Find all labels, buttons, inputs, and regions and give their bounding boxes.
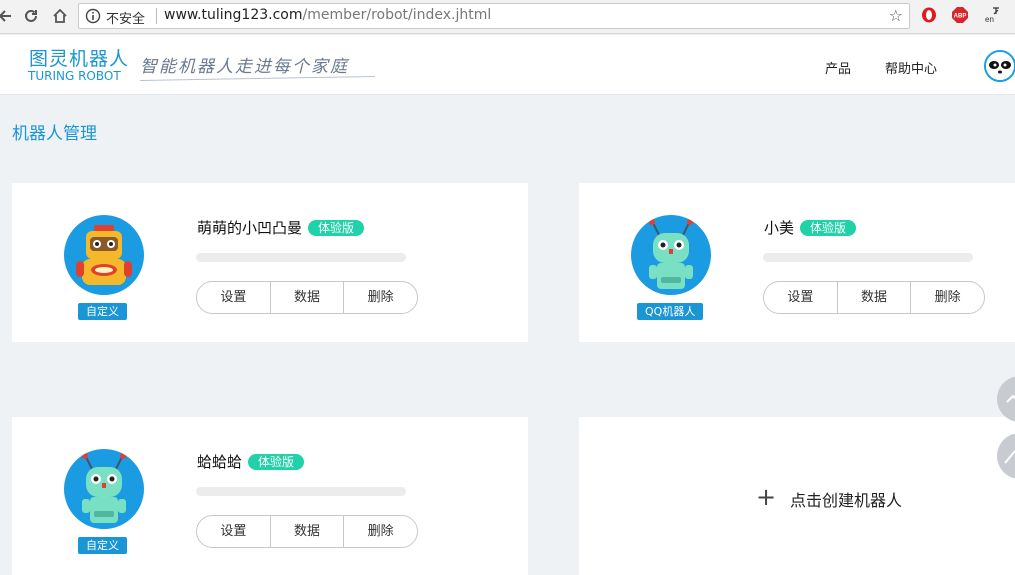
progress-bar <box>196 253 406 262</box>
slogan: 智能机器人走进每个家庭 <box>140 57 349 77</box>
robot-name: 蛤蛤蛤 体验版 <box>197 451 305 472</box>
page-title: 机器人管理 <box>12 124 97 144</box>
security-label: 不安全 <box>106 12 146 27</box>
opera-extension-icon[interactable] <box>920 6 938 24</box>
create-robot-label: 点击创建机器人 <box>790 491 903 510</box>
orange-robot-icon <box>76 225 132 285</box>
address-bar[interactable]: 不安全 www.tuling123.com/member/robot/index… <box>78 3 910 29</box>
adblock-extension-icon[interactable]: ABP <box>951 6 969 24</box>
robot-card: 自定义 萌萌的小凹凸曼 体验版 设置 数据 删除 <box>12 183 528 342</box>
nav-products[interactable]: 产品 <box>825 58 851 77</box>
robot-type-tag: 自定义 <box>78 537 127 554</box>
info-icon[interactable] <box>85 8 101 28</box>
robot-name: 萌萌的小凹凸曼 体验版 <box>197 217 365 238</box>
data-button[interactable]: 数据 <box>271 516 345 547</box>
user-avatar[interactable] <box>984 50 1015 82</box>
robot-name-text: 蛤蛤蛤 <box>197 453 243 471</box>
abp-label: ABP <box>954 14 967 20</box>
progress-bar <box>196 487 406 496</box>
robot-avatar[interactable] <box>64 449 144 529</box>
logo-en: TURING ROBOT <box>28 69 121 83</box>
url-text[interactable]: www.tuling123.com/member/robot/index.jht… <box>164 7 491 23</box>
version-badge: 体验版 <box>248 454 305 470</box>
robot-actions: 设置 数据 删除 <box>763 281 985 314</box>
delete-button[interactable]: 删除 <box>344 516 417 547</box>
reload-icon[interactable] <box>20 5 42 27</box>
robot-type-tag: 自定义 <box>78 303 127 320</box>
settings-button[interactable]: 设置 <box>764 282 838 313</box>
data-button[interactable]: 数据 <box>271 282 345 313</box>
progress-bar <box>763 253 973 262</box>
version-badge: 体验版 <box>800 220 857 236</box>
logo-cn: 图灵机器人 <box>29 48 130 70</box>
version-badge: 体验版 <box>308 220 365 236</box>
data-button[interactable]: 数据 <box>838 282 912 313</box>
turing-logo[interactable]: 图灵机器人 TURING ROBOT <box>28 44 130 86</box>
robot-name: 小美 体验版 <box>764 217 857 238</box>
edit-icon <box>1004 450 1015 464</box>
robot-card: 自定义 蛤蛤蛤 体验版 设置 数据 删除 <box>12 417 528 575</box>
feedback-button[interactable] <box>997 433 1015 479</box>
green-robot-icon <box>82 453 126 523</box>
site-header: 图灵机器人 TURING ROBOT 智能机器人走进每个家庭 产品 帮助中心 <box>0 35 1015 95</box>
back-arrow-icon[interactable] <box>0 5 16 27</box>
robot-avatar[interactable] <box>631 215 711 295</box>
chevron-up-icon <box>1006 394 1015 403</box>
robot-actions: 设置 数据 删除 <box>196 515 418 548</box>
nav-help-center[interactable]: 帮助中心 <box>885 58 937 77</box>
robot-name-text: 小美 <box>764 219 795 237</box>
panda-avatar-icon <box>986 52 1014 80</box>
settings-button[interactable]: 设置 <box>197 282 271 313</box>
url-path: /member/robot/index.jhtml <box>302 7 492 23</box>
divider <box>156 8 157 24</box>
bookmark-star-icon[interactable]: ☆ <box>889 6 903 25</box>
robot-actions: 设置 数据 删除 <box>196 281 418 314</box>
lang-label: en <box>985 15 994 24</box>
robot-name-text: 萌萌的小凹凸曼 <box>197 219 303 237</box>
delete-button[interactable]: 删除 <box>344 282 417 313</box>
robot-type-tag: QQ机器人 <box>637 303 704 320</box>
green-robot-icon <box>649 219 693 289</box>
url-host: www.tuling123.com <box>164 7 303 23</box>
browser-toolbar: 不安全 www.tuling123.com/member/robot/index… <box>0 0 1015 34</box>
settings-button[interactable]: 设置 <box>197 516 271 547</box>
create-robot-card[interactable]: + 点击创建机器人 <box>579 417 1015 575</box>
robot-avatar[interactable] <box>64 215 144 295</box>
back-to-top-button[interactable] <box>997 376 1015 422</box>
translate-extension-icon[interactable]: en <box>983 6 1001 24</box>
robot-card: QQ机器人 小美 体验版 设置 数据 删除 <box>579 183 1015 342</box>
home-icon[interactable] <box>49 5 71 27</box>
delete-button[interactable]: 删除 <box>911 282 984 313</box>
plus-icon: + <box>756 483 777 511</box>
